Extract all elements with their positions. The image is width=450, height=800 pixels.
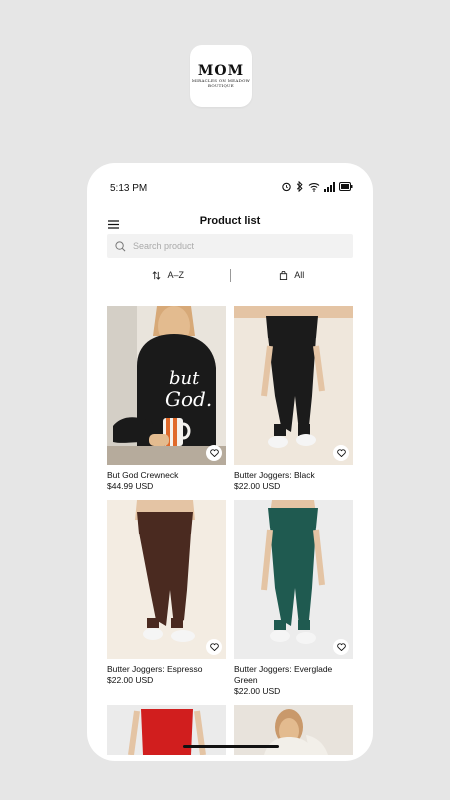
- heart-icon: [209, 449, 219, 457]
- heart-icon: [336, 643, 346, 651]
- product-image[interactable]: [234, 306, 353, 465]
- filter-bar: A–Z All: [107, 267, 353, 283]
- svg-text:but: but: [169, 368, 200, 389]
- product-card[interactable]: Butter Joggers: Black $22.00 USD: [234, 306, 353, 492]
- search-input[interactable]: [131, 240, 335, 252]
- sort-button[interactable]: A–Z: [107, 270, 230, 280]
- product-photo-sweatshirt: but God.: [107, 306, 226, 465]
- product-name[interactable]: Butter Joggers: Everglade Green: [234, 664, 353, 686]
- logo-sub2-text: BOUTIQUE: [208, 83, 234, 88]
- favorite-button[interactable]: [206, 445, 222, 461]
- svg-text:God.: God.: [165, 387, 212, 411]
- product-name[interactable]: Butter Joggers: Black: [234, 470, 353, 481]
- favorite-button[interactable]: [333, 639, 349, 655]
- product-grid: but God. But God Crewneck $44.99 USD But…: [107, 306, 353, 761]
- heart-icon: [209, 643, 219, 651]
- favorite-button[interactable]: [333, 445, 349, 461]
- wifi-icon: [308, 182, 320, 192]
- product-price: $22.00 USD: [234, 686, 281, 696]
- product-price: $22.00 USD: [107, 675, 154, 685]
- product-image[interactable]: [234, 500, 353, 659]
- product-card[interactable]: Butter Joggers: Espresso $22.00 USD: [107, 500, 226, 697]
- product-name[interactable]: But God Crewneck: [107, 470, 226, 481]
- sort-icon: [153, 270, 161, 280]
- product-card[interactable]: Butter Joggers: Everglade Green $22.00 U…: [234, 500, 353, 697]
- product-price: $44.99 USD: [107, 481, 154, 491]
- product-image[interactable]: but God.: [107, 306, 226, 465]
- app-logo: MOM MIRACLES ON MEADOW BOUTIQUE: [190, 45, 252, 107]
- status-icons: [281, 181, 353, 192]
- status-time: 5:13 PM: [110, 183, 148, 194]
- product-photo-black-joggers: [234, 306, 353, 465]
- product-price: $22.00 USD: [234, 481, 281, 491]
- phone-frame: 5:13 PM Product list A–Z All: [87, 163, 373, 761]
- signal-icon: [324, 181, 335, 192]
- alarm-icon: [282, 182, 291, 192]
- category-label: All: [294, 270, 305, 280]
- product-image[interactable]: [107, 500, 226, 659]
- bluetooth-icon: [296, 181, 303, 192]
- product-card[interactable]: but God. But God Crewneck $44.99 USD: [107, 306, 226, 492]
- sort-label: A–Z: [167, 270, 184, 280]
- battery-icon: [339, 182, 353, 191]
- logo-main-text: MOM: [197, 63, 245, 79]
- favorite-button[interactable]: [206, 639, 222, 655]
- product-name[interactable]: Butter Joggers: Espresso: [107, 664, 226, 675]
- category-button[interactable]: All: [231, 270, 354, 280]
- search-icon: [115, 240, 126, 251]
- page-title: Product list: [199, 215, 261, 227]
- product-photo-green-joggers: [234, 500, 353, 659]
- heart-icon: [336, 449, 346, 457]
- product-photo-espresso-joggers: [107, 500, 226, 659]
- home-indicator[interactable]: [183, 745, 279, 748]
- search-bar[interactable]: [107, 234, 353, 258]
- bag-icon: [280, 270, 288, 280]
